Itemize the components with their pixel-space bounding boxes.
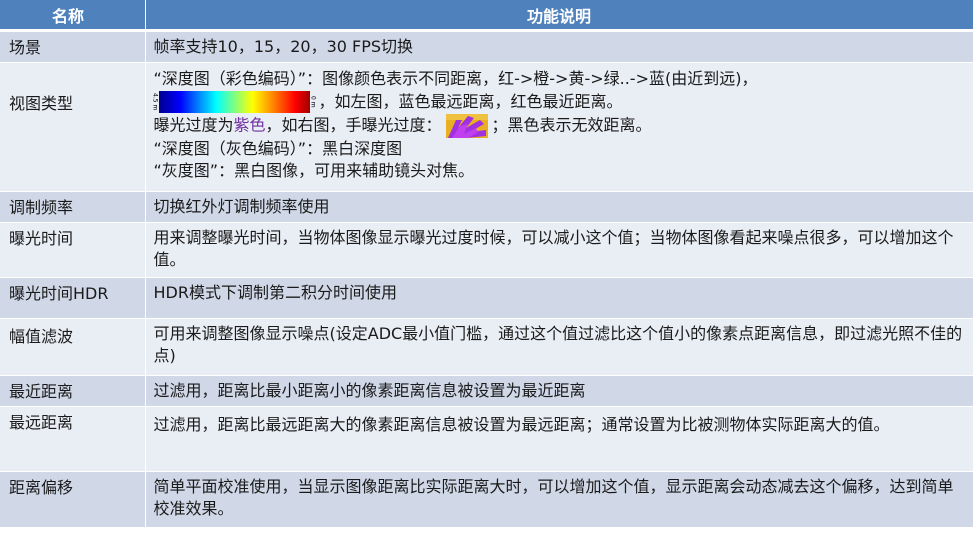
- view-line-2: 4.5 m 0 m ，如左图，蓝色最远距离，红色最近距离。: [152, 90, 965, 114]
- table-row: 场景 帧率支持10，15，20，30 FPS切换: [0, 30, 973, 63]
- row-description: 可用来调整图像显示噪点(设定ADC最小值门槛，通过这个值过滤比这个值小的像素点距…: [145, 318, 973, 376]
- row-name: 视图类型: [0, 62, 146, 192]
- table-row: 最近距离 过滤用，距离比最小距离小的像素距离信息被设置为最近距离: [0, 375, 973, 407]
- table-header-row: 名称 功能说明: [0, 0, 973, 32]
- table-row: 视图类型 “深度图（彩色编码）”：图像颜色表示不同距离，红->橙->黄->绿..…: [0, 62, 973, 192]
- view-line-3-a: 曝光过度为: [153, 115, 234, 135]
- depth-color-ramp: [158, 91, 310, 113]
- row-name: 调制频率: [0, 191, 146, 223]
- scale-start-label: 4.5 m: [151, 93, 159, 111]
- table-row: 距离偏移 简单平面校准使用，当显示图像距离比实际距离大时，可以增加这个值，显示距…: [0, 471, 973, 527]
- row-name: 最近距离: [0, 375, 146, 407]
- view-line-1: “深度图（彩色编码）”：图像颜色表示不同距离，红->橙->黄->绿..->蓝(由…: [153, 69, 758, 88]
- table-row: 曝光时间HDR HDR模式下调制第二积分时间使用: [0, 277, 973, 319]
- overexposed-hand-image: [445, 114, 488, 138]
- view-line-3-c: ；黑色表示无效距离。: [491, 115, 652, 135]
- row-description: 帧率支持10，15，20，30 FPS切换: [145, 30, 973, 63]
- row-name: 曝光时间HDR: [0, 277, 146, 319]
- purple-word: 紫色: [233, 115, 266, 135]
- table-row: 调制频率 切换红外灯调制频率使用: [0, 191, 973, 223]
- row-name: 最远距离: [0, 406, 146, 472]
- row-description: 切换红外灯调制频率使用: [145, 191, 973, 223]
- row-description: 过滤用，距离比最远距离大的像素距离信息被设置为最远距离；通常设置为比被测物体实际…: [145, 406, 973, 472]
- header-description: 功能说明: [145, 0, 973, 32]
- function-table: 名称 功能说明 场景 帧率支持10，15，20，30 FPS切换 视图类型 “深…: [0, 0, 973, 527]
- header-name: 名称: [0, 0, 146, 32]
- view-line-3: 曝光过度为紫色，如右图，手曝光过度： ；黑色表示无效距离。: [154, 114, 965, 138]
- row-name: 距离偏移: [0, 471, 146, 527]
- view-line-3-b: ，如右图，手曝光过度：: [265, 115, 442, 135]
- table-row: 曝光时间 用来调整曝光时间，当物体图像显示曝光过度时候，可以减小这个值；当物体图…: [0, 222, 973, 278]
- row-name: 场景: [0, 30, 146, 63]
- row-name: 曝光时间: [0, 222, 146, 278]
- view-line-2-text: ，如左图，蓝色最远距离，红色最近距离。: [318, 92, 623, 111]
- table-row: 最远距离 过滤用，距离比最远距离大的像素距离信息被设置为最远距离；通常设置为比被…: [0, 406, 973, 472]
- row-name: 幅值滤波: [0, 318, 146, 376]
- row-description: HDR模式下调制第二积分时间使用: [145, 277, 973, 319]
- row-description: 简单平面校准使用，当显示图像距离比实际距离大时，可以增加这个值，显示距离会动态减…: [145, 471, 973, 527]
- view-line-5: “灰度图”：黑白图像，可用来辅助镜头对焦。: [153, 161, 475, 180]
- scale-end-label: 0 m: [309, 96, 317, 108]
- row-description: “深度图（彩色编码）”：图像颜色表示不同距离，红->橙->黄->绿..->蓝(由…: [145, 62, 973, 192]
- view-line-4: “深度图（灰色编码）”：黑白深度图: [153, 139, 403, 158]
- depth-color-scale: 4.5 m 0 m: [152, 90, 317, 114]
- row-description: 用来调整曝光时间，当物体图像显示曝光过度时候，可以减小这个值；当物体图像看起来噪…: [145, 222, 973, 278]
- row-description: 过滤用，距离比最小距离小的像素距离信息被设置为最近距离: [145, 375, 973, 407]
- table-row: 幅值滤波 可用来调整图像显示噪点(设定ADC最小值门槛，通过这个值过滤比这个值小…: [0, 318, 973, 376]
